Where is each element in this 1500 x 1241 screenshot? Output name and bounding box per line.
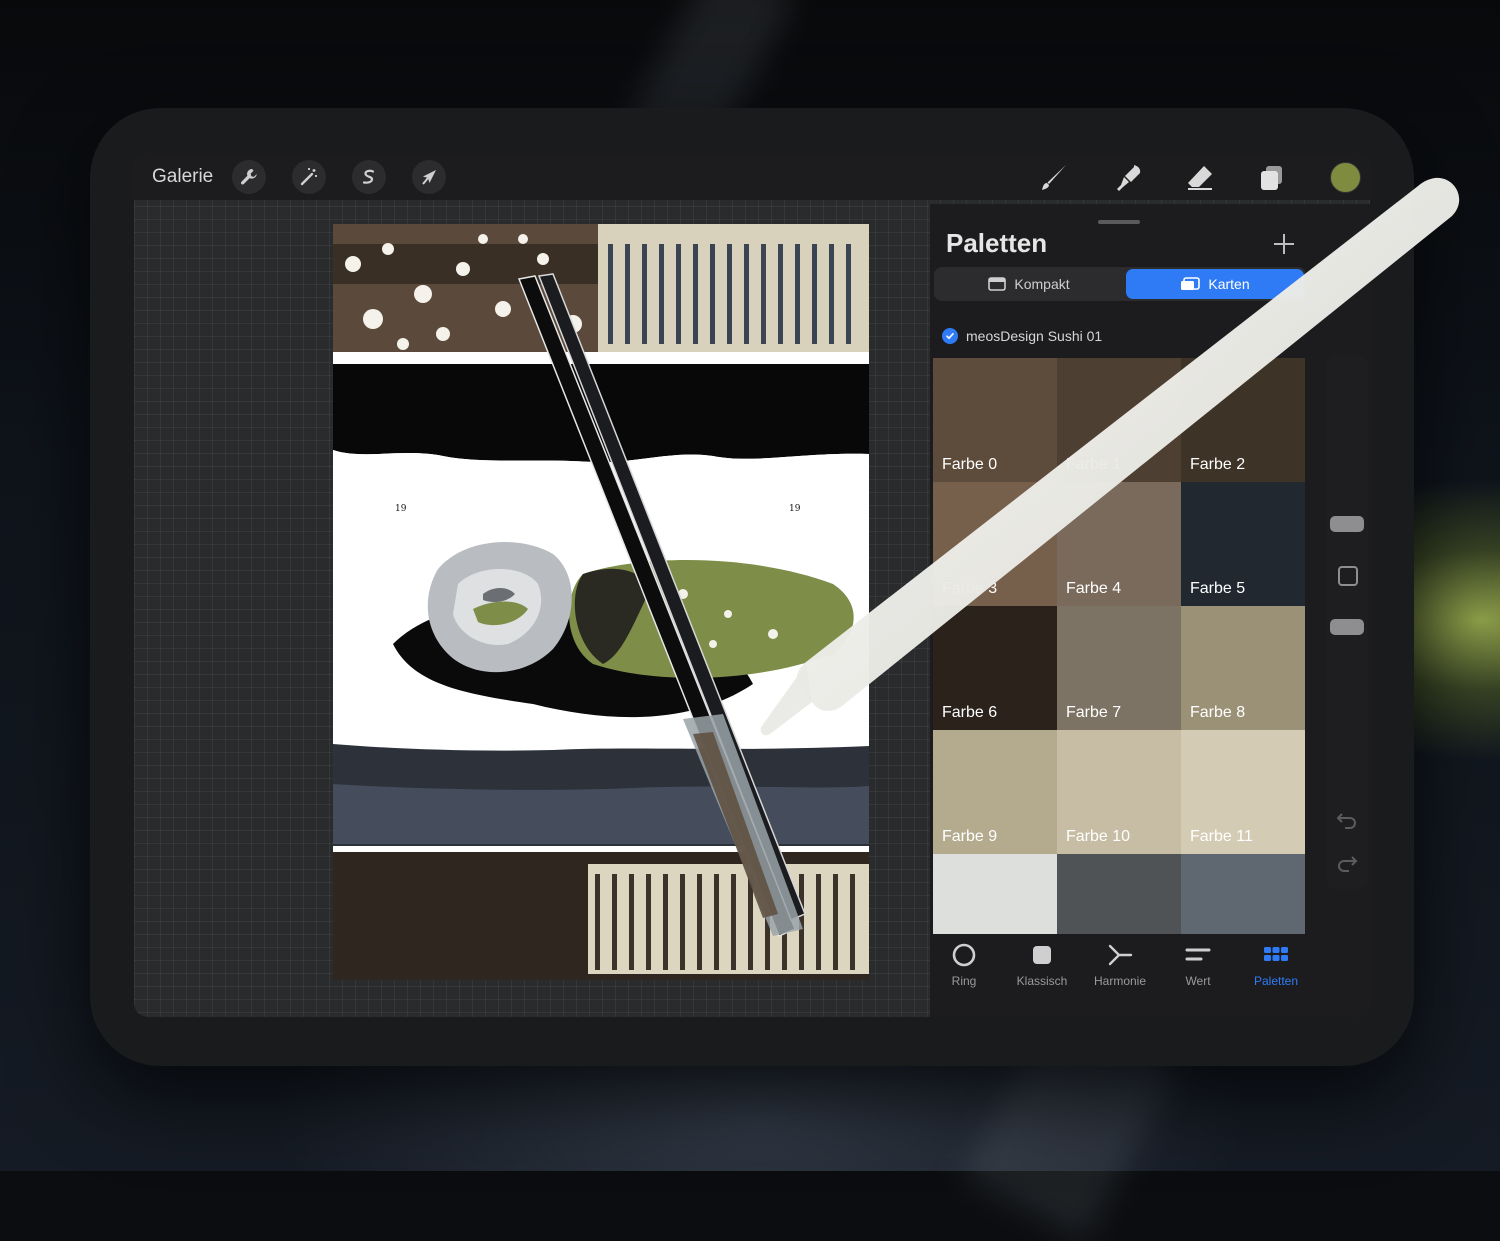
swatch-label: Farbe 9: [942, 828, 998, 845]
color-swatch[interactable]: Farbe 0: [933, 358, 1057, 482]
color-swatch[interactable]: [933, 854, 1057, 934]
palette-header[interactable]: meosDesign Sushi 01: [942, 328, 1102, 344]
tab-compact-label: Kompakt: [1014, 276, 1070, 292]
nav-ring-label: Ring: [951, 974, 977, 988]
eraser-icon[interactable]: [1182, 160, 1218, 196]
classic-icon: [1033, 946, 1051, 964]
swatch-label: Farbe 1: [1066, 456, 1122, 473]
checkmark-icon[interactable]: [942, 328, 958, 344]
redo-icon[interactable]: [1336, 853, 1358, 878]
swatch-label: Farbe 3: [942, 580, 998, 597]
transform-arrow-icon[interactable]: [412, 160, 446, 194]
nav-ring[interactable]: Ring: [924, 942, 1004, 988]
palettes-icon: [1264, 947, 1288, 961]
brush-icon[interactable]: [1036, 160, 1072, 196]
nav-value[interactable]: Wert: [1158, 942, 1238, 988]
color-swatch[interactable]: Farbe 6: [933, 606, 1057, 730]
nav-palettes-label: Paletten: [1253, 974, 1299, 988]
nav-classic[interactable]: Klassisch: [1002, 942, 1082, 988]
gallery-button[interactable]: Galerie: [152, 166, 213, 188]
color-swatch[interactable]: Farbe 10: [1057, 730, 1181, 854]
magic-wand-icon[interactable]: [292, 160, 326, 194]
undo-icon[interactable]: [1336, 810, 1358, 835]
color-swatch[interactable]: Farbe 9: [933, 730, 1057, 854]
panel-title: Paletten: [946, 228, 1048, 258]
color-swatch[interactable]: Farbe 4: [1057, 482, 1181, 606]
swatch-label: Farbe 0: [942, 456, 998, 473]
swatch-label: Farbe 8: [1190, 704, 1246, 721]
app-screen: Galerie 19 19 Paletten Kompakt Karten me…: [134, 154, 1370, 1017]
selection-icon[interactable]: [352, 160, 386, 194]
artwork-canvas[interactable]: 19 19: [333, 224, 869, 980]
color-swatch[interactable]: Farbe 1: [1057, 358, 1181, 482]
nav-palettes[interactable]: Paletten: [1236, 942, 1316, 988]
wrench-icon[interactable]: [232, 160, 266, 194]
opacity-slider-icon[interactable]: [1330, 619, 1364, 635]
layers-icon[interactable]: [1254, 160, 1290, 196]
nav-classic-label: Klassisch: [1016, 974, 1068, 988]
brush-size-slider-icon[interactable]: [1330, 516, 1364, 532]
nav-harmony[interactable]: Harmonie: [1080, 942, 1160, 988]
color-mode-nav: Ring Klassisch Harmonie Wert Paletten: [930, 942, 1370, 1012]
current-color-button[interactable]: [1330, 162, 1361, 193]
cards-view-icon: [1181, 277, 1201, 290]
color-swatch[interactable]: [1181, 854, 1305, 934]
color-swatch[interactable]: Farbe 11: [1181, 730, 1305, 854]
swatch-label: Farbe 10: [1066, 828, 1131, 845]
color-swatch[interactable]: Farbe 3: [933, 482, 1057, 606]
palettes-panel: Paletten Kompakt Karten meosDesign Sushi…: [930, 204, 1370, 1017]
ring-icon: [952, 943, 976, 967]
view-mode-toggle: Kompakt Karten: [934, 267, 1306, 301]
area-number-right: 19: [789, 504, 801, 514]
modify-square-icon[interactable]: [1338, 566, 1358, 586]
swatch-label: Farbe 2: [1190, 456, 1246, 473]
tab-cards-label: Karten: [1208, 276, 1250, 292]
tab-cards[interactable]: Karten: [1126, 269, 1304, 299]
swatch-label: Farbe 5: [1190, 580, 1246, 597]
swatch-grid: Farbe 0 Farbe 1 Farbe 2 Farbe 3 Farbe 4 Farbe…: [933, 358, 1305, 934]
panel-drag-handle[interactable]: [1098, 220, 1140, 224]
harmony-icon: [1108, 944, 1133, 966]
swatch-label: Farbe 11: [1190, 828, 1253, 845]
artwork-image: [333, 224, 869, 980]
side-controls: [1326, 355, 1368, 889]
swatch-label: Farbe 7: [1066, 704, 1122, 721]
compact-view-icon: [988, 277, 1007, 291]
palette-name: meosDesign Sushi 01: [966, 328, 1103, 344]
color-swatch[interactable]: Farbe 5: [1181, 482, 1305, 606]
plus-icon[interactable]: [1270, 230, 1298, 258]
area-number-left: 19: [395, 504, 407, 514]
top-toolbar: Galerie: [134, 154, 1370, 200]
nav-value-label: Wert: [1185, 974, 1211, 988]
tab-compact[interactable]: Kompakt: [936, 269, 1122, 299]
smudge-icon[interactable]: [1110, 160, 1146, 196]
nav-harmony-label: Harmonie: [1093, 974, 1147, 988]
color-swatch[interactable]: Farbe 8: [1181, 606, 1305, 730]
value-icon: [1185, 948, 1211, 961]
color-swatch[interactable]: Farbe 7: [1057, 606, 1181, 730]
color-swatch[interactable]: [1057, 854, 1181, 934]
color-swatch[interactable]: Farbe 2: [1181, 358, 1305, 482]
swatch-label: Farbe 4: [1066, 580, 1122, 597]
swatch-label: Farbe 6: [942, 704, 998, 721]
